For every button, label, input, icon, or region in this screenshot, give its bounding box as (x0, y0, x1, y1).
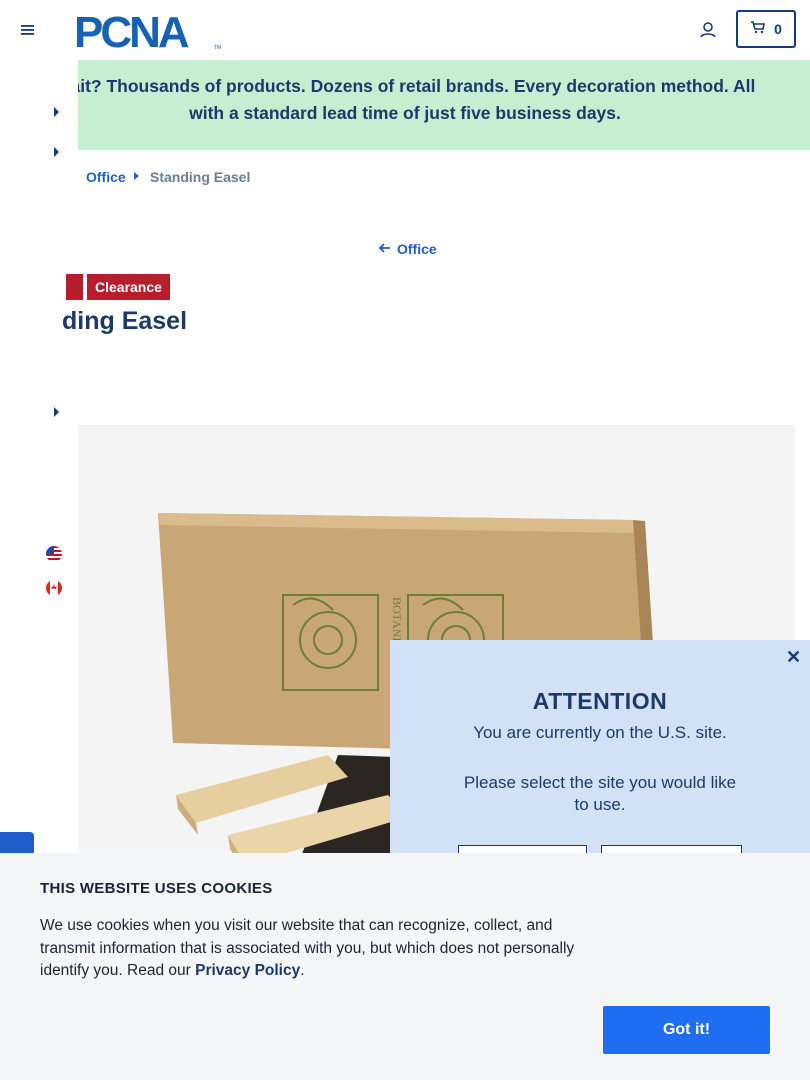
nav-expand-caret-icon[interactable] (54, 407, 59, 417)
cookie-title: THIS WEBSITE USES COOKIES (40, 880, 273, 897)
product-title: ding Easel (62, 307, 188, 335)
modal-current-site-text: You are currently on the U.S. site. (473, 723, 727, 742)
nav-expand-caret-icon[interactable] (54, 107, 59, 117)
promo-banner-text: Wait? Thousands of products. Dozens of r… (54, 76, 756, 123)
breadcrumb-separator-icon (134, 172, 139, 180)
us-flag-icon[interactable] (46, 546, 62, 562)
svg-text:PCNA: PCNA (74, 10, 189, 52)
canada-flag-icon[interactable] (46, 580, 62, 596)
back-to-office-link[interactable]: Office (378, 241, 437, 257)
back-link-label: Office (397, 241, 437, 257)
cookie-body-text: We use cookies when you visit our websit… (40, 917, 575, 979)
side-nav-drawer (0, 60, 78, 860)
modal-title: ATTENTION (532, 688, 668, 714)
cookie-accept-button[interactable]: Got it! (603, 1006, 770, 1054)
cart-button[interactable]: 0 (736, 10, 796, 48)
modal-select-prompt: Please select the site you would like to… (463, 773, 737, 814)
breadcrumb-current: Standing Easel (150, 169, 251, 185)
cookie-body-end: . (300, 962, 305, 979)
clearance-badge: Clearance (87, 274, 170, 300)
cookie-text: We use cookies when you visit our websit… (40, 915, 610, 983)
close-icon[interactable]: ✕ (786, 647, 801, 668)
menu-icon[interactable] (20, 22, 36, 38)
badge-partial (66, 274, 83, 300)
privacy-policy-link[interactable]: Privacy Policy (195, 962, 300, 979)
breadcrumb-office-link[interactable]: Office (86, 169, 126, 185)
cart-count: 0 (774, 21, 782, 37)
svg-text:TM: TM (214, 45, 221, 51)
site-select-modal (390, 640, 810, 880)
pcna-logo[interactable]: PCNA TM (74, 8, 224, 57)
cart-icon (750, 20, 766, 39)
account-icon[interactable] (696, 18, 720, 42)
arrow-left-icon (378, 241, 392, 257)
nav-expand-caret-icon[interactable] (54, 147, 59, 157)
